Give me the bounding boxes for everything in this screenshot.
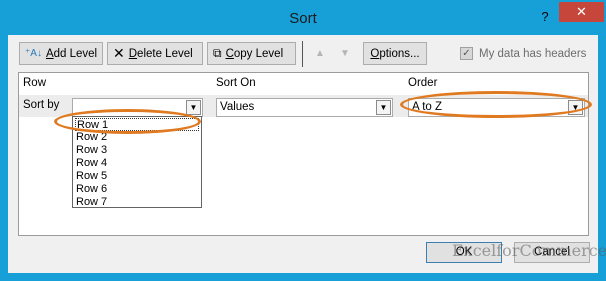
row-option[interactable]: Row 5 [75, 170, 199, 183]
row-option[interactable]: Row 4 [75, 157, 199, 170]
title-bar: Sort ? ✕ [1, 1, 605, 35]
column-header-order: Order [408, 77, 438, 89]
sort-on-value: Values [220, 101, 255, 113]
delete-level-button[interactable]: ✕ Delete Level [107, 42, 203, 65]
chevron-down-icon[interactable]: ▼ [376, 100, 391, 115]
row-option[interactable]: Row 3 [75, 144, 199, 157]
row-highlight-oval [54, 109, 201, 134]
move-down-icon[interactable]: ▼ [335, 42, 355, 65]
add-level-button[interactable]: ⁺A↓ Add Level [19, 42, 103, 65]
chevron-down-icon[interactable]: ▼ [186, 100, 201, 115]
help-button[interactable]: ? [537, 9, 553, 27]
options-button[interactable]: Options... [363, 42, 427, 65]
column-header-sort-on: Sort On [216, 77, 256, 89]
order-highlight-oval [400, 91, 592, 118]
window-bottom-border [1, 273, 605, 281]
copy-icon: ⧉ [213, 46, 222, 60]
sort-on-combo[interactable]: Values ▼ [216, 98, 393, 117]
toolbar-separator [302, 41, 303, 67]
column-header-row: Row [23, 77, 47, 89]
headers-label: My data has headers [479, 47, 587, 60]
add-level-icon: ⁺A↓ [25, 48, 42, 59]
watermark: ExcelforCommerce [452, 241, 606, 260]
row-option[interactable]: Row 7 [75, 196, 199, 209]
sort-dialog: Sort ? ✕ ⁺A↓ Add Level ✕ Delete Level ⧉ … [0, 0, 606, 281]
delete-icon: ✕ [113, 45, 125, 61]
headers-option[interactable]: ✓ My data has headers [460, 47, 586, 60]
move-up-icon[interactable]: ▲ [310, 42, 330, 65]
close-button[interactable]: ✕ [559, 2, 604, 22]
copy-level-button[interactable]: ⧉ Copy Level [207, 42, 296, 65]
dialog-title: Sort [289, 10, 317, 27]
sort-by-label: Sort by [23, 99, 60, 111]
headers-checkbox[interactable]: ✓ [460, 47, 473, 60]
dialog-body: ⁺A↓ Add Level ✕ Delete Level ⧉ Copy Leve… [8, 35, 606, 273]
row-option[interactable]: Row 6 [75, 183, 199, 196]
